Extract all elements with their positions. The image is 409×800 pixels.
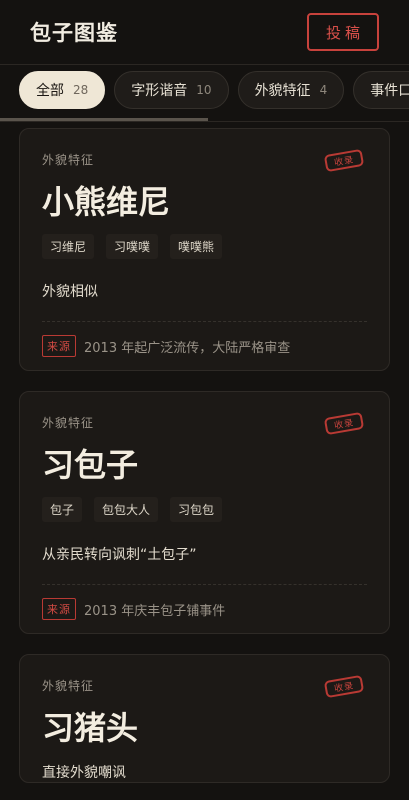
tab-glyph-homophone[interactable]: 字形谐音 10 bbox=[114, 71, 229, 109]
alias-list: 包子 包包大人 习包包 bbox=[42, 497, 367, 522]
card-category: 外貌特征 bbox=[42, 153, 95, 167]
tab-events[interactable]: 事件口 bbox=[353, 71, 409, 109]
card-title: 习包子 bbox=[42, 446, 139, 484]
entry-feed: 外貌特征 收录 小熊维尼 习维尼 习噗噗 噗噗熊 外貌相似 来源 2013 年起… bbox=[0, 122, 409, 783]
app-title: 包子图鉴 bbox=[30, 21, 118, 45]
submit-button[interactable]: 投稿 bbox=[307, 13, 379, 51]
source-row: 来源 2013 年起广泛流传，大陆严格审查 bbox=[42, 322, 367, 370]
tab-label: 全部 bbox=[36, 83, 64, 99]
tab-scroll-indicator bbox=[0, 118, 208, 121]
tab-label: 事件口 bbox=[370, 83, 409, 99]
category-tab-bar[interactable]: 全部 28 字形谐音 10 外貌特征 4 事件口 bbox=[0, 64, 409, 122]
source-row: 来源 2013 年庆丰包子铺事件 bbox=[42, 585, 367, 633]
alias-chip: 习包包 bbox=[170, 497, 223, 522]
card-description: 从亲民转向讽刺“土包子” bbox=[42, 547, 197, 563]
card-title: 小熊维尼 bbox=[42, 183, 171, 221]
card-description: 直接外貌嘲讽 bbox=[42, 765, 126, 781]
tab-label: 字形谐音 bbox=[131, 83, 188, 99]
tab-appearance[interactable]: 外貌特征 4 bbox=[237, 71, 345, 109]
alias-chip: 包包大人 bbox=[94, 497, 159, 522]
tab-all[interactable]: 全部 28 bbox=[19, 71, 106, 109]
app-header: 包子图鉴 投稿 bbox=[0, 0, 409, 64]
alias-chip: 习噗噗 bbox=[106, 234, 159, 259]
tab-count: 10 bbox=[196, 83, 212, 97]
alias-list: 习维尼 习噗噗 噗噗熊 bbox=[42, 234, 367, 259]
entry-card[interactable]: 外貌特征 收录 小熊维尼 习维尼 习噗噗 噗噗熊 外貌相似 来源 2013 年起… bbox=[19, 128, 390, 371]
entry-card[interactable]: 外貌特征 收录 习猪头 直接外貌嘲讽 bbox=[19, 654, 390, 783]
card-description: 外貌相似 bbox=[42, 284, 98, 300]
source-tag: 来源 bbox=[42, 335, 76, 357]
category-tabs: 全部 28 字形谐音 10 外貌特征 4 事件口 bbox=[19, 71, 409, 109]
alias-chip: 包子 bbox=[42, 497, 83, 522]
source-text: 2013 年庆丰包子铺事件 bbox=[84, 603, 226, 619]
card-category: 外貌特征 bbox=[42, 416, 95, 430]
tab-count: 4 bbox=[319, 83, 328, 97]
source-text: 2013 年起广泛流传，大陆严格审查 bbox=[84, 340, 291, 356]
entry-card[interactable]: 外貌特征 收录 习包子 包子 包包大人 习包包 从亲民转向讽刺“土包子” 来源 … bbox=[19, 391, 390, 634]
card-category: 外貌特征 bbox=[42, 679, 95, 693]
alias-chip: 习维尼 bbox=[42, 234, 95, 259]
tab-count: 28 bbox=[73, 83, 89, 97]
card-title: 习猪头 bbox=[42, 709, 139, 747]
tab-label: 外貌特征 bbox=[254, 83, 311, 99]
alias-chip: 噗噗熊 bbox=[170, 234, 223, 259]
source-tag: 来源 bbox=[42, 598, 76, 620]
